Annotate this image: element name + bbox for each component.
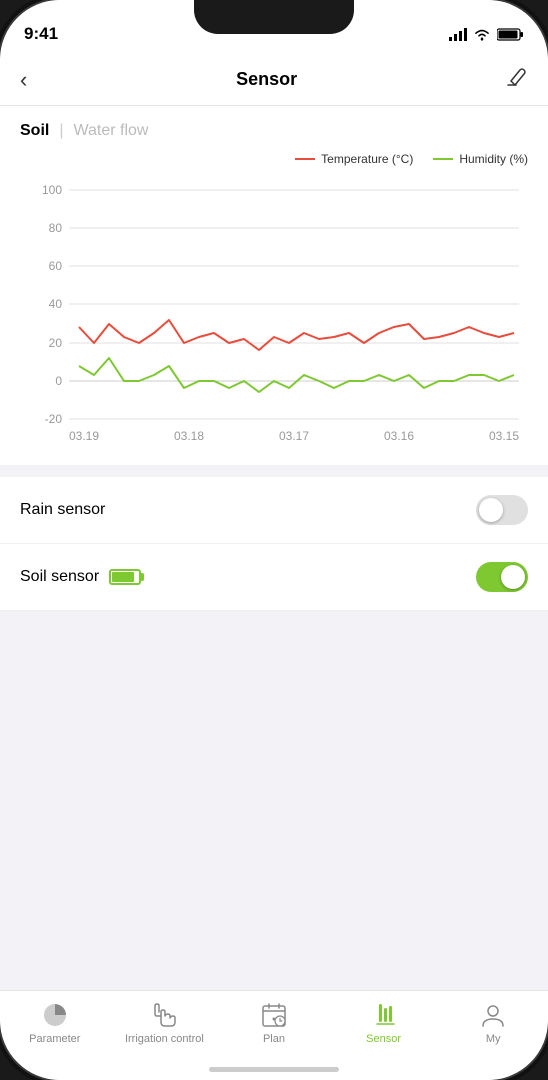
soil-sensor-label: Soil sensor xyxy=(20,568,99,586)
x-label-0317: 03.17 xyxy=(279,429,309,443)
edit-icon xyxy=(506,67,528,87)
page-title: Sensor xyxy=(236,69,297,90)
rain-sensor-toggle[interactable] xyxy=(476,495,528,525)
temperature-line-indicator xyxy=(295,158,315,160)
nav-item-parameter[interactable]: Parameter xyxy=(0,1001,110,1045)
nav-item-plan[interactable]: Plan xyxy=(219,1001,329,1045)
legend-temperature: Temperature (°C) xyxy=(295,152,413,166)
status-time: 9:41 xyxy=(24,24,58,44)
nav-item-irrigation[interactable]: Irrigation control xyxy=(110,1001,220,1045)
sensor-section: Rain sensor Soil sensor xyxy=(0,477,548,611)
temperature-line xyxy=(79,320,514,350)
nav-label-sensor: Sensor xyxy=(366,1033,401,1045)
nav-header: ‹ Sensor xyxy=(0,54,548,106)
rain-sensor-thumb xyxy=(479,498,503,522)
nav-item-my[interactable]: My xyxy=(438,1001,548,1045)
legend-humidity: Humidity (%) xyxy=(433,152,528,166)
calendar-icon xyxy=(260,1001,288,1029)
soil-sensor-left: Soil sensor xyxy=(20,568,141,586)
x-label-0319: 03.19 xyxy=(69,429,99,443)
tab-soil[interactable]: Soil xyxy=(20,122,49,140)
notch xyxy=(194,0,354,34)
y-label-20: 20 xyxy=(49,336,63,350)
x-label-0318: 03.18 xyxy=(174,429,204,443)
nav-label-irrigation: Irrigation control xyxy=(125,1033,204,1045)
x-label-0316: 03.16 xyxy=(384,429,414,443)
humidity-line-indicator xyxy=(433,158,453,160)
tab-waterflow[interactable]: Water flow xyxy=(74,122,149,140)
sensor-icon xyxy=(370,1001,398,1029)
humidity-line xyxy=(79,358,514,392)
nav-label-my: My xyxy=(486,1033,501,1045)
chart-container: 100 80 60 40 20 xyxy=(0,170,548,465)
y-label-40: 40 xyxy=(49,297,63,311)
back-button[interactable]: ‹ xyxy=(20,67,27,93)
edit-button[interactable] xyxy=(506,67,528,92)
status-icons xyxy=(449,28,524,41)
battery-fill xyxy=(112,572,134,582)
hand-icon xyxy=(150,1001,178,1029)
home-indicator xyxy=(209,1067,339,1072)
rain-sensor-row: Rain sensor xyxy=(0,477,548,544)
chart-pie-icon xyxy=(41,1001,69,1029)
soil-battery-icon xyxy=(109,569,141,585)
nav-label-plan: Plan xyxy=(263,1033,285,1045)
soil-sensor-thumb xyxy=(501,565,525,589)
tab-divider: | xyxy=(59,122,63,140)
x-label-0315: 03.15 xyxy=(489,429,519,443)
y-label-100: 100 xyxy=(42,183,62,197)
rain-sensor-label: Rain sensor xyxy=(20,501,105,519)
chart-tabs: Soil | Water flow xyxy=(0,122,548,140)
status-bar: 9:41 xyxy=(0,0,548,54)
temperature-label: Temperature (°C) xyxy=(321,152,413,166)
y-label-0: 0 xyxy=(55,374,62,388)
chart-legend: Temperature (°C) Humidity (%) xyxy=(0,148,548,170)
y-label-80: 80 xyxy=(49,221,63,235)
battery-status-icon xyxy=(497,28,524,41)
nav-label-parameter: Parameter xyxy=(29,1033,80,1045)
soil-sensor-row: Soil sensor xyxy=(0,544,548,611)
nav-item-sensor[interactable]: Sensor xyxy=(329,1001,439,1045)
sensor-chart: 100 80 60 40 20 xyxy=(10,170,538,450)
humidity-label: Humidity (%) xyxy=(459,152,528,166)
signal-icon xyxy=(449,28,467,41)
user-icon xyxy=(479,1001,507,1029)
y-label-60: 60 xyxy=(49,259,63,273)
chart-section: Soil | Water flow Temperature (°C) Humid… xyxy=(0,106,548,465)
wifi-icon xyxy=(473,28,491,41)
y-label-neg20: -20 xyxy=(45,412,63,426)
soil-sensor-toggle[interactable] xyxy=(476,562,528,592)
content-area: Soil | Water flow Temperature (°C) Humid… xyxy=(0,106,548,990)
